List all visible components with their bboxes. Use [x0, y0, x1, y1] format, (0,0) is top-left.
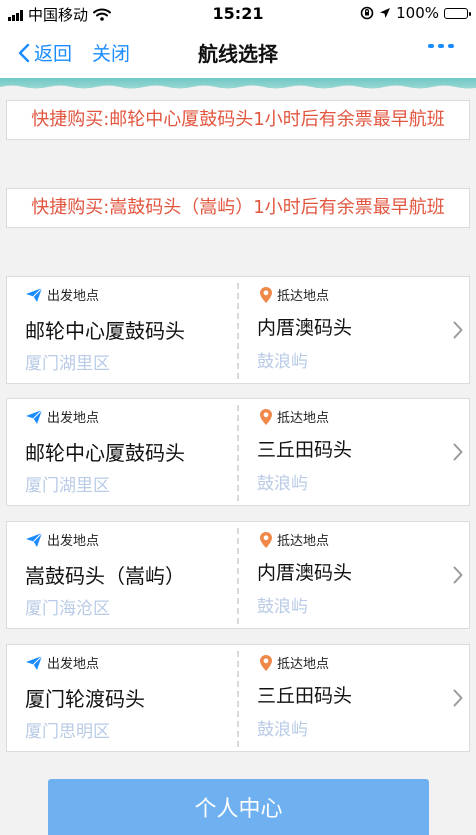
route-card[interactable]: 出发地点 邮轮中心厦鼓码头 厦门湖里区 抵达地点 内厝澳码头 鼓浪屿 — [6, 276, 470, 384]
quick-buy-notice[interactable]: 快捷购买:嵩鼓码头（嵩屿）1小时后有余票最早航班 — [6, 188, 470, 228]
chevron-left-icon — [18, 43, 30, 62]
route-card[interactable]: 出发地点 邮轮中心厦鼓码头 厦门湖里区 抵达地点 三丘田码头 鼓浪屿 — [6, 398, 470, 506]
status-right-group: 100% — [360, 4, 471, 22]
arrival-area: 鼓浪屿 — [257, 597, 308, 617]
departure-area: 厦门湖里区 — [25, 476, 110, 496]
nav-bar: 返回 关闭 航线选择 — [0, 28, 476, 78]
arrival-name: 三丘田码头 — [257, 439, 353, 461]
card-divider — [237, 651, 239, 747]
departure-name: 邮轮中心厦鼓码头 — [25, 319, 185, 343]
departure-header: 出发地点 — [25, 530, 99, 549]
arrival-header: 抵达地点 — [259, 530, 329, 549]
more-dots-icon[interactable] — [428, 44, 454, 48]
departure-name: 厦门轮渡码头 — [25, 687, 145, 711]
arrival-name: 内厝澳码头 — [257, 317, 353, 339]
map-pin-icon — [260, 531, 272, 548]
quick-buy-notice[interactable]: 快捷购买:邮轮中心厦鼓码头1小时后有余票最早航班 — [6, 100, 470, 140]
map-pin-icon — [260, 654, 272, 671]
chevron-right-icon — [453, 321, 463, 339]
arrival-label: 抵达地点 — [277, 289, 330, 304]
battery-icon — [444, 7, 471, 19]
departure-label: 出发地点 — [47, 289, 100, 304]
back-button[interactable]: 返回 — [18, 39, 72, 66]
arrival-area: 鼓浪屿 — [257, 474, 308, 494]
arrival-header: 抵达地点 — [259, 653, 329, 672]
route-card[interactable]: 出发地点 厦门轮渡码头 厦门思明区 抵达地点 三丘田码头 鼓浪屿 — [6, 644, 470, 752]
arrival-label: 抵达地点 — [277, 534, 330, 549]
departure-header: 出发地点 — [25, 653, 99, 672]
battery-percent: 100% — [396, 4, 439, 22]
arrival-area: 鼓浪屿 — [257, 720, 308, 740]
back-label: 返回 — [34, 43, 73, 65]
location-arrow-icon — [380, 8, 391, 18]
chevron-right-icon — [453, 566, 463, 584]
wave-decoration — [0, 85, 476, 90]
map-pin-icon — [260, 286, 272, 303]
arrival-label: 抵达地点 — [277, 411, 330, 426]
status-bar: 中国移动 15:21 100% — [0, 0, 476, 28]
departure-area: 厦门思明区 — [25, 722, 110, 742]
arrival-name: 内厝澳码头 — [257, 562, 353, 584]
departure-name: 嵩鼓码头（嵩屿） — [25, 564, 185, 588]
arrival-name: 三丘田码头 — [257, 685, 353, 707]
departure-label: 出发地点 — [47, 534, 100, 549]
departure-area: 厦门海沧区 — [25, 599, 110, 619]
wave-banner — [0, 78, 476, 90]
route-card[interactable]: 出发地点 嵩鼓码头（嵩屿） 厦门海沧区 抵达地点 内厝澳码头 鼓浪屿 — [6, 521, 470, 629]
departure-label: 出发地点 — [47, 411, 100, 426]
map-pin-icon — [260, 408, 272, 425]
arrival-header: 抵达地点 — [259, 285, 329, 304]
departure-label: 出发地点 — [47, 657, 100, 672]
arrival-header: 抵达地点 — [259, 407, 329, 426]
close-button[interactable]: 关闭 — [92, 39, 130, 66]
departure-area: 厦门湖里区 — [25, 354, 110, 374]
card-divider — [237, 283, 239, 379]
card-divider — [237, 528, 239, 624]
personal-center-button[interactable]: 个人中心 — [48, 779, 429, 835]
departure-header: 出发地点 — [25, 407, 99, 426]
arrival-label: 抵达地点 — [277, 657, 330, 672]
rotation-lock-icon — [360, 6, 374, 20]
card-divider — [237, 405, 239, 501]
paper-plane-icon — [26, 409, 43, 424]
paper-plane-icon — [26, 532, 43, 547]
chevron-right-icon — [453, 443, 463, 461]
paper-plane-icon — [26, 287, 43, 302]
paper-plane-icon — [26, 655, 43, 670]
departure-header: 出发地点 — [25, 285, 99, 304]
arrival-area: 鼓浪屿 — [257, 352, 308, 372]
chevron-right-icon — [453, 689, 463, 707]
departure-name: 邮轮中心厦鼓码头 — [25, 441, 185, 465]
